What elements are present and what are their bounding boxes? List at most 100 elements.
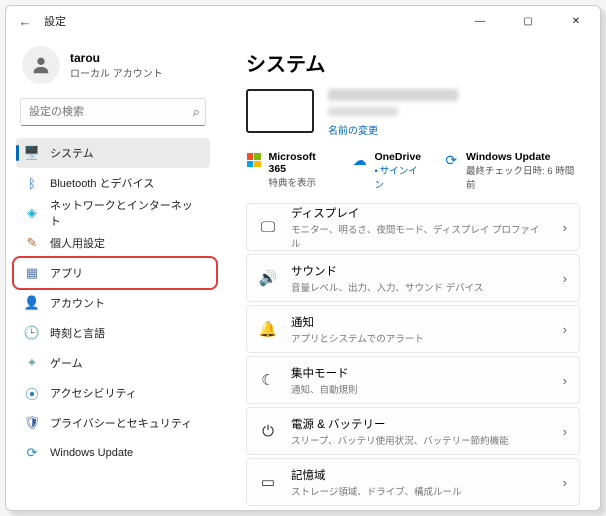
- sidebar-item-privacy[interactable]: 🛡 プライバシーとセキュリティ: [16, 408, 210, 438]
- service-subtitle: 最終チェック日時: 6 時間前: [466, 163, 580, 191]
- personalization-icon: ✎: [24, 235, 40, 251]
- card-title: 通知: [291, 314, 549, 330]
- chevron-right-icon: ›: [563, 424, 567, 439]
- apps-icon: ▦: [24, 265, 40, 281]
- service-onedrive[interactable]: ☁ OneDrive •サインイン: [352, 151, 426, 191]
- sidebar-item-accounts[interactable]: 👤 アカウント: [16, 288, 210, 318]
- service-subtitle[interactable]: •サインイン: [374, 163, 425, 191]
- sidebar-item-gaming[interactable]: ✦ ゲーム: [16, 348, 210, 378]
- card-list: 🖵 ディスプレイモニター、明るさ、夜間モード、ディスプレイ プロファイル › 🔊 サウン…: [246, 203, 580, 506]
- page-title: システム: [246, 48, 580, 77]
- card-subtitle: スリープ、バッテリ使用状況、バッテリー節約機能: [291, 433, 549, 447]
- card-title: サウンド: [291, 263, 549, 279]
- sound-icon: 🔊: [259, 269, 277, 287]
- focus-icon: ☾: [259, 371, 277, 389]
- account-subtitle: ローカル アカウント: [70, 65, 163, 80]
- chevron-right-icon: ›: [563, 220, 567, 235]
- chevron-right-icon: ›: [563, 373, 567, 388]
- service-title: Windows Update: [466, 151, 580, 163]
- display-icon: 🖵: [259, 219, 277, 236]
- sidebar-item-network[interactable]: ◈ ネットワークとインターネット: [16, 198, 210, 228]
- search-icon: ⌕: [193, 104, 200, 120]
- card-title: 集中モード: [291, 365, 549, 381]
- network-icon: ◈: [24, 205, 40, 221]
- power-icon: ⏻: [259, 423, 277, 440]
- device-model-redacted: [328, 107, 398, 116]
- sidebar-item-label: アプリ: [50, 265, 83, 281]
- card-subtitle: アプリとシステムでのアラート: [291, 331, 549, 345]
- main-panel: システム 名前の変更 Microsoft 365 特典を表示: [220, 36, 600, 510]
- minimize-button[interactable]: —: [460, 6, 500, 36]
- sidebar-item-label: Bluetooth とデバイス: [50, 175, 154, 191]
- device-image: [246, 89, 314, 133]
- card-focus[interactable]: ☾ 集中モード通知、自動規則 ›: [246, 356, 580, 404]
- card-subtitle: 音量レベル、出力、入力、サウンド デバイス: [291, 280, 549, 294]
- sidebar-item-apps[interactable]: ▦ アプリ: [16, 258, 210, 288]
- chevron-right-icon: ›: [563, 271, 567, 286]
- card-display[interactable]: 🖵 ディスプレイモニター、明るさ、夜間モード、ディスプレイ プロファイル ›: [246, 203, 580, 251]
- sidebar-item-update[interactable]: ⟳ Windows Update: [16, 438, 210, 468]
- service-update[interactable]: ⟳ Windows Update 最終チェック日時: 6 時間前: [444, 151, 580, 191]
- sidebar-item-personalization[interactable]: ✎ 個人用設定: [16, 228, 210, 258]
- system-icon: 🖥️: [24, 145, 40, 161]
- card-storage[interactable]: ▭ 記憶域ストレージ領域、ドライブ、構成ルール ›: [246, 458, 580, 506]
- sidebar-item-label: 個人用設定: [50, 235, 105, 251]
- chevron-right-icon: ›: [563, 322, 567, 337]
- card-title: ディスプレイ: [291, 205, 549, 221]
- gaming-icon: ✦: [24, 355, 40, 371]
- privacy-icon: 🛡: [24, 415, 40, 431]
- card-notifications[interactable]: 🔔 通知アプリとシステムでのアラート ›: [246, 305, 580, 353]
- card-title: 記憶域: [291, 467, 549, 483]
- card-power[interactable]: ⏻ 電源 & バッテリースリープ、バッテリ使用状況、バッテリー節約機能 ›: [246, 407, 580, 455]
- sidebar-item-label: アクセシビリティ: [50, 385, 137, 401]
- card-sound[interactable]: 🔊 サウンド音量レベル、出力、入力、サウンド デバイス ›: [246, 254, 580, 302]
- card-subtitle: モニター、明るさ、夜間モード、ディスプレイ プロファイル: [291, 222, 549, 250]
- card-subtitle: ストレージ領域、ドライブ、構成ルール: [291, 484, 549, 498]
- service-title: OneDrive: [374, 151, 425, 163]
- device-row: 名前の変更: [246, 89, 580, 137]
- accessibility-icon: ⦿: [24, 385, 40, 401]
- settings-window: ← 設定 — ▢ ✕ tarou ローカル アカウント ⌕ 🖥️ システム ᛒ Blu…: [5, 5, 601, 511]
- sidebar-item-label: システム: [50, 145, 94, 161]
- service-m365[interactable]: Microsoft 365 特典を表示: [246, 151, 334, 191]
- titlebar: ← 設定 — ▢ ✕: [6, 6, 600, 36]
- search-input[interactable]: [20, 98, 206, 126]
- m365-icon: [246, 152, 261, 168]
- back-button[interactable]: ←: [14, 10, 36, 32]
- onedrive-icon: ☁: [352, 152, 367, 168]
- close-button[interactable]: ✕: [556, 6, 596, 36]
- card-title: 電源 & バッテリー: [291, 416, 549, 432]
- notifications-icon: 🔔: [259, 320, 277, 338]
- sidebar-item-label: 時刻と言語: [50, 325, 105, 341]
- storage-icon: ▭: [259, 473, 277, 491]
- sidebar: tarou ローカル アカウント ⌕ 🖥️ システム ᛒ Bluetooth とデバイ…: [6, 36, 220, 510]
- update-icon: ⟳: [24, 445, 40, 461]
- sidebar-item-system[interactable]: 🖥️ システム: [16, 138, 210, 168]
- sidebar-item-label: ネットワークとインターネット: [50, 197, 202, 229]
- sidebar-item-time[interactable]: 🕒 時刻と言語: [16, 318, 210, 348]
- account-name: tarou: [70, 51, 163, 65]
- rename-link[interactable]: 名前の変更: [328, 122, 458, 137]
- bluetooth-icon: ᛒ: [24, 175, 40, 191]
- sidebar-item-bluetooth[interactable]: ᛒ Bluetooth とデバイス: [16, 168, 210, 198]
- services-row: Microsoft 365 特典を表示 ☁ OneDrive •サインイン ⟳ …: [246, 151, 580, 191]
- sidebar-item-label: ゲーム: [50, 355, 83, 371]
- accounts-icon: 👤: [24, 295, 40, 311]
- search-box: ⌕: [20, 98, 206, 126]
- maximize-button[interactable]: ▢: [508, 6, 548, 36]
- time-icon: 🕒: [24, 325, 40, 341]
- nav-list: 🖥️ システム ᛒ Bluetooth とデバイス ◈ ネットワークとインターネット ✎ 個人…: [16, 138, 210, 468]
- chevron-right-icon: ›: [563, 475, 567, 490]
- device-name-redacted: [328, 89, 458, 101]
- avatar: [22, 46, 60, 84]
- sidebar-item-accessibility[interactable]: ⦿ アクセシビリティ: [16, 378, 210, 408]
- update-icon: ⟳: [444, 152, 460, 168]
- account-block[interactable]: tarou ローカル アカウント: [16, 40, 210, 94]
- card-subtitle: 通知、自動規則: [291, 382, 549, 396]
- window-title: 設定: [44, 13, 66, 29]
- sidebar-item-label: アカウント: [50, 295, 105, 311]
- sidebar-item-label: プライバシーとセキュリティ: [50, 415, 192, 431]
- service-title: Microsoft 365: [268, 151, 333, 175]
- sidebar-item-label: Windows Update: [50, 447, 133, 459]
- service-subtitle: 特典を表示: [268, 175, 333, 189]
